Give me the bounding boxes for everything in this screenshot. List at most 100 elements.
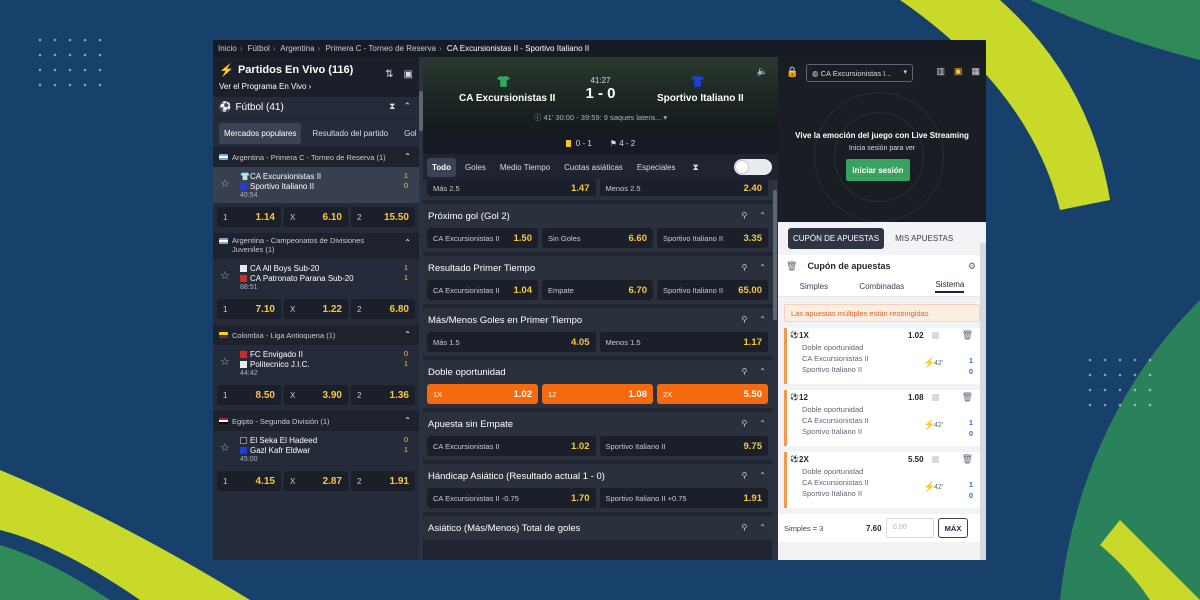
trash-icon[interactable]: 🗑 <box>786 261 797 272</box>
odd-draw[interactable]: X 6.10 <box>284 207 348 227</box>
odd-button[interactable]: CA Excursionistas II 1.04 <box>427 280 538 300</box>
trash-icon[interactable]: 🗑 <box>962 392 973 403</box>
pin-icon[interactable]: ⚲ <box>741 471 747 480</box>
chevron-up-icon[interactable]: ⌃ <box>759 419 766 428</box>
breadcrumb-country[interactable]: Argentina <box>280 44 314 53</box>
league-header[interactable]: Argentina - Primera C - Torneo de Reserv… <box>213 147 419 167</box>
scroll-thumb[interactable] <box>773 190 777 320</box>
chevron-up-icon[interactable]: ⌃ <box>759 315 766 324</box>
live-schedule-link[interactable]: Ver el Programa En Vivo › <box>219 82 413 91</box>
tab-asian-odds[interactable]: Cuotas asiáticas <box>559 158 628 177</box>
bet-checkbox[interactable] <box>932 332 939 339</box>
odd-button[interactable]: Más 1.5 4.05 <box>427 332 596 352</box>
tab-half-time[interactable]: Medio Tiempo <box>495 158 555 177</box>
right-scrollbar[interactable] <box>980 243 986 560</box>
gear-icon[interactable]: ⚙ <box>968 261 976 272</box>
pin-icon[interactable]: ⚲ <box>741 315 747 324</box>
login-button[interactable]: Iniciar sesión <box>846 159 910 181</box>
lock-icon[interactable]: 🔒 <box>786 67 798 78</box>
odd-draw[interactable]: X 1.22 <box>284 299 348 319</box>
odd-button[interactable]: Menos 1.5 1.17 <box>599 332 768 352</box>
pin-icon[interactable]: ⚲ <box>741 263 747 272</box>
odd-away[interactable]: 2 6.80 <box>351 299 415 319</box>
odd-button[interactable]: 2X 5.50 <box>657 384 768 404</box>
chevron-up-icon[interactable]: ⌃ <box>404 152 411 161</box>
odd-button[interactable]: CA Excursionistas II 1.02 <box>427 436 596 456</box>
market-header[interactable]: Más/Menos Goles en Primer Tiempo ⚲ ⌃ <box>423 308 772 332</box>
odd-button[interactable]: Menos 2.5 2.40 <box>599 180 768 196</box>
odd-button[interactable]: Sportivo Italiano II 65.00 <box>657 280 768 300</box>
chevron-up-icon[interactable]: ⌃ <box>759 471 766 480</box>
max-stake-button[interactable]: MÁX <box>938 518 968 538</box>
match-row[interactable]: ☆ El Seka El Hadeed Gazl Kafr Eldwar 45:… <box>213 431 419 467</box>
pin-icon[interactable]: ⚲ <box>741 419 747 428</box>
odd-button[interactable]: Sportivo Italiano II +0.75 1.91 <box>599 488 768 508</box>
pin-icon[interactable]: ⚲ <box>741 523 747 532</box>
tab-goals[interactable]: Goles <box>460 158 491 177</box>
sort-icon[interactable]: ⇅ <box>385 69 393 80</box>
league-header[interactable]: Colombia - Liga Antioquena (1) ⌃ <box>213 325 419 345</box>
odd-button[interactable]: Empate 6.70 <box>542 280 653 300</box>
bet-checkbox[interactable] <box>932 394 939 401</box>
filter-icon[interactable]: ⧗ <box>693 162 699 173</box>
star-icon[interactable]: ☆ <box>220 441 230 454</box>
market-header[interactable]: Doble oportunidad ⚲ ⌃ <box>423 360 772 384</box>
stake-input[interactable]: 0.00 <box>886 518 934 538</box>
tab-all[interactable]: Todo <box>427 157 456 177</box>
market-header[interactable]: Hándicap Asiático (Resultado actual 1 - … <box>423 464 772 488</box>
league-header[interactable]: Argentina - Campeonatos de Divisiones Ju… <box>213 233 419 259</box>
star-icon[interactable]: ☆ <box>220 355 230 368</box>
chevron-up-icon[interactable]: ⌃ <box>404 416 411 425</box>
odd-button[interactable]: 1X 1.02 <box>427 384 538 404</box>
video-icon[interactable]: ▣ <box>404 69 413 80</box>
bet-checkbox[interactable] <box>932 456 939 463</box>
tab-specials[interactable]: Especiales <box>632 158 681 177</box>
odd-away[interactable]: 2 1.36 <box>351 385 415 405</box>
chevron-up-icon[interactable]: ⌃ <box>759 211 766 220</box>
match-row[interactable]: ☆ CA All Boys Sub-20 CA Patronato Parana… <box>213 259 419 295</box>
odd-home[interactable]: 1 7.10 <box>217 299 281 319</box>
tab-combined[interactable]: Combinadas <box>859 282 904 291</box>
tab-singles[interactable]: Simples <box>800 282 828 291</box>
pin-icon[interactable]: ⚲ <box>741 367 747 376</box>
breadcrumb-home[interactable]: Inicio <box>218 44 237 53</box>
market-header[interactable]: Resultado Primer Tiempo ⚲ ⌃ <box>423 256 772 280</box>
odd-draw[interactable]: X 3.90 <box>284 385 348 405</box>
match-row[interactable]: ☆ FC Envigado II Politecnico J.I.C. 44:4… <box>213 345 419 381</box>
league-header[interactable]: Egipto - Segunda División (1) ⌃ <box>213 411 419 431</box>
tab-goals[interactable]: Gol <box>399 123 419 144</box>
chevron-up-icon[interactable]: ⌃ <box>759 523 766 532</box>
market-header[interactable]: Asiático (Más/Menos) Total de goles ⚲ ⌃ <box>423 516 772 540</box>
odd-button[interactable]: 12 1.08 <box>542 384 653 404</box>
chevron-up-icon[interactable]: ⌃ <box>759 367 766 376</box>
chevron-up-icon[interactable]: ⌃ <box>404 330 411 339</box>
match-event-info[interactable]: ⓘ 41' 30:00 - 39:59: 9 saques latera... … <box>423 112 778 123</box>
odd-home[interactable]: 1 4.15 <box>217 471 281 491</box>
stats-icon[interactable]: ▥ <box>936 66 945 77</box>
volume-icon[interactable]: 🔈 <box>757 66 768 77</box>
breadcrumb-league[interactable]: Primera C - Torneo de Reserva <box>325 44 436 53</box>
filter-icon[interactable]: ⧗ <box>389 101 395 112</box>
odd-draw[interactable]: X 2.87 <box>284 471 348 491</box>
pin-icon[interactable]: ⚲ <box>741 211 747 220</box>
star-icon[interactable]: ☆ <box>220 269 230 282</box>
trash-icon[interactable]: 🗑 <box>962 454 973 465</box>
stream-match-select[interactable]: ◍ CA Excursionistas I... ▾ <box>806 64 913 82</box>
tab-my-bets[interactable]: MIS APUESTAS <box>890 228 958 249</box>
market-header[interactable]: Apuesta sin Empate ⚲ ⌃ <box>423 412 772 436</box>
odd-button[interactable]: CA Excursionistas II -0.75 1.70 <box>427 488 596 508</box>
odd-button[interactable]: Sin Goles 6.60 <box>542 228 653 248</box>
tab-popular-markets[interactable]: Mercados populares <box>219 122 302 144</box>
video-icon[interactable]: ▣ <box>954 66 963 77</box>
tab-betslip[interactable]: CUPÓN DE APUESTAS <box>788 228 885 249</box>
market-header[interactable]: Próximo gol (Gol 2) ⚲ ⌃ <box>423 204 772 228</box>
odd-away[interactable]: 2 1.91 <box>351 471 415 491</box>
field-icon[interactable]: ▦ <box>971 66 980 77</box>
breadcrumb-sport[interactable]: Fútbol <box>248 44 270 53</box>
odd-away[interactable]: 2 15.50 <box>351 207 415 227</box>
odd-button[interactable]: Sportivo Italiano II 9.75 <box>599 436 768 456</box>
bet-builder-toggle[interactable] <box>734 159 772 175</box>
odd-button[interactable]: Sportivo Italiano II 3.35 <box>657 228 768 248</box>
odd-button[interactable]: CA Excursionistas II 1.50 <box>427 228 538 248</box>
trash-icon[interactable]: 🗑 <box>962 330 973 341</box>
